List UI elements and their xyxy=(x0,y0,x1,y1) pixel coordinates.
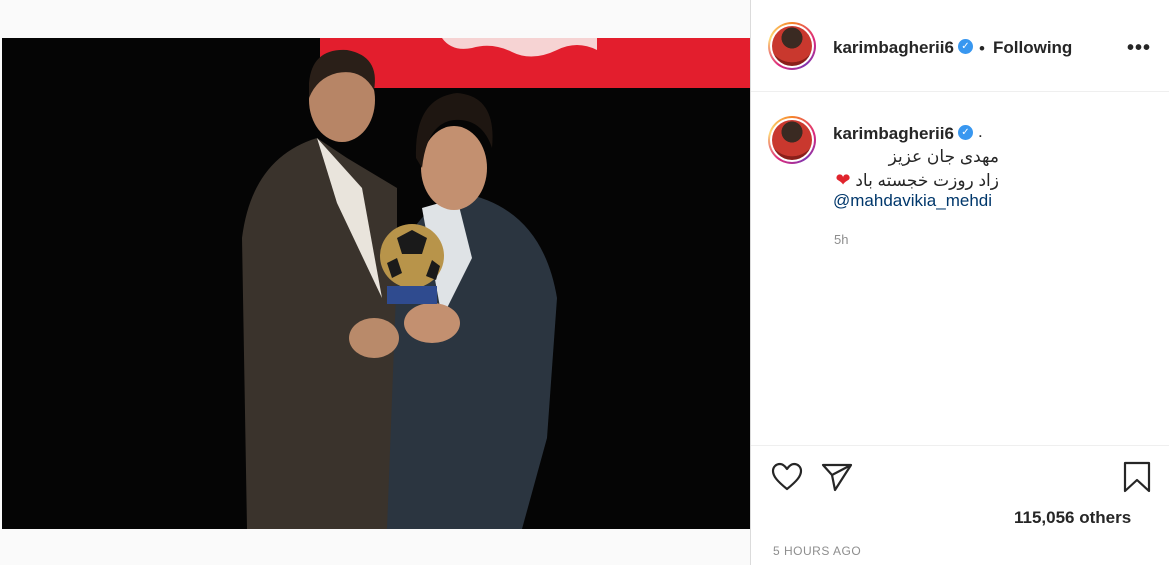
caption-line-1: مهدی جان عزیز xyxy=(888,147,999,166)
caption-line-2: زاد روزت خجسته باد ❤ xyxy=(835,170,999,191)
author-username[interactable]: karimbagherii6 xyxy=(833,38,954,58)
caption-dot: . xyxy=(978,122,983,141)
instagram-post: karimbagherii6 ✓ • Following ••• karimba… xyxy=(0,0,1169,565)
verified-badge-icon: ✓ xyxy=(958,39,973,54)
red-heart-emoji-icon: ❤ xyxy=(835,170,851,190)
caption-username[interactable]: karimbagherii6 xyxy=(833,124,954,144)
media-column xyxy=(0,0,750,565)
verified-badge-icon: ✓ xyxy=(958,125,973,140)
post-side-panel: karimbagherii6 ✓ • Following ••• karimba… xyxy=(750,0,1169,565)
post-header: karimbagherii6 ✓ • Following ••• xyxy=(751,0,1169,92)
likes-count[interactable]: 115,056 others xyxy=(1014,508,1131,528)
author-avatar[interactable] xyxy=(768,22,816,70)
action-bar: 115,056 others 5 HOURS AGO xyxy=(751,445,1169,565)
post-photo[interactable] xyxy=(2,38,750,529)
photo-illustration xyxy=(242,38,750,529)
more-options-icon[interactable]: ••• xyxy=(1127,37,1151,60)
caption-timestamp[interactable]: 5h xyxy=(834,232,848,247)
bookmark-icon[interactable] xyxy=(1123,461,1151,498)
caption-avatar[interactable] xyxy=(768,116,816,164)
caption-line-2-text: زاد روزت خجسته باد xyxy=(855,171,999,190)
follow-separator: • xyxy=(979,39,985,58)
following-button[interactable]: Following xyxy=(993,38,1072,58)
post-date[interactable]: 5 HOURS AGO xyxy=(773,544,861,558)
mention-link[interactable]: @mahdavikia_mehdi xyxy=(833,191,992,211)
heart-outline-icon[interactable] xyxy=(771,462,803,497)
paper-plane-icon[interactable] xyxy=(821,462,853,497)
